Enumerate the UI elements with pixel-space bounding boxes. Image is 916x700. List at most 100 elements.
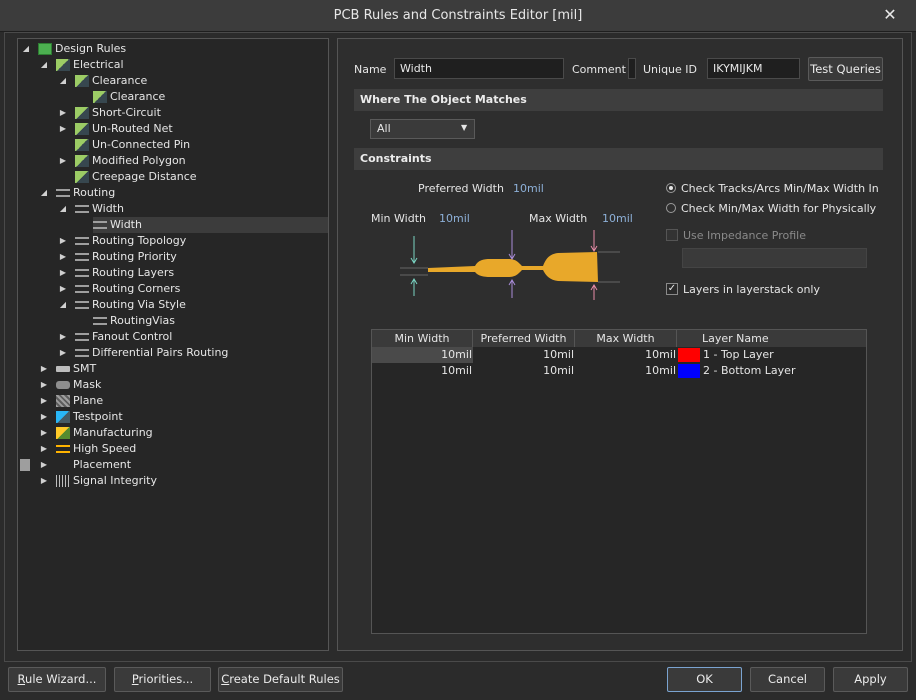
impedance-profile-select[interactable] bbox=[682, 248, 867, 268]
collapse-arrow-icon[interactable]: ◢ bbox=[39, 57, 49, 73]
priorities-button[interactable]: Priorities... bbox=[114, 667, 211, 692]
expand-arrow-icon[interactable]: ▶ bbox=[39, 393, 49, 409]
tree-item-label: Width bbox=[110, 218, 142, 231]
tree-item-label: Modified Polygon bbox=[92, 154, 186, 167]
tree-item-label: Fanout Control bbox=[92, 330, 173, 343]
tree-item[interactable]: Width bbox=[93, 217, 328, 233]
tree-item-label: SMT bbox=[73, 362, 97, 375]
check-tracks-radio[interactable] bbox=[666, 183, 676, 193]
rules-tree[interactable]: ◢ Design Rules ◢ Electrical ◢ Clearance Cleara… bbox=[17, 38, 329, 651]
name-field[interactable]: Width bbox=[394, 58, 564, 79]
tree-item[interactable]: ▶ Routing Corners bbox=[18, 281, 328, 297]
use-impedance-checkbox[interactable] bbox=[666, 229, 678, 241]
layers-in-layerstack-checkbox[interactable]: ✓ bbox=[666, 283, 678, 295]
grid-cell-max[interactable]: 10mil bbox=[575, 347, 676, 363]
tree-item[interactable]: ▶ Routing Layers bbox=[18, 265, 328, 281]
unique-id-field[interactable]: IKYMIJKM bbox=[707, 58, 800, 79]
tree-item-label: Un-Connected Pin bbox=[92, 138, 191, 151]
expand-arrow-icon[interactable]: ▶ bbox=[58, 345, 68, 361]
expand-arrow-icon[interactable]: ▶ bbox=[58, 105, 68, 121]
tree-item[interactable]: ▶ Manufacturing bbox=[18, 425, 328, 441]
expand-arrow-icon[interactable]: ▶ bbox=[39, 473, 49, 489]
check-tracks-label[interactable]: Check Tracks/Arcs Min/Max Width In bbox=[681, 182, 879, 195]
expand-arrow-icon[interactable]: ▶ bbox=[39, 441, 49, 457]
grid-header-max-width[interactable]: Max Width bbox=[575, 330, 677, 347]
tree-item[interactable]: ◢ Design Rules bbox=[18, 41, 328, 57]
tree-item[interactable]: Clearance bbox=[18, 89, 328, 105]
layer-width-grid[interactable]: Min Width Preferred Width Max Width Laye… bbox=[371, 329, 867, 634]
tree-item-label: High Speed bbox=[73, 442, 137, 455]
test-queries-button[interactable]: Test Queries bbox=[808, 57, 883, 81]
tree-item[interactable]: ▶ Placement bbox=[18, 457, 328, 473]
tree-item[interactable]: ▶ Signal Integrity bbox=[18, 473, 328, 489]
rule-wizard-button[interactable]: Rule Wizard... bbox=[8, 667, 106, 692]
check-physically-radio[interactable] bbox=[666, 203, 676, 213]
unique-id-label: Unique ID bbox=[643, 63, 698, 76]
expand-arrow-icon[interactable]: ▶ bbox=[58, 121, 68, 137]
tree-item[interactable]: ◢ Electrical bbox=[18, 57, 328, 73]
tree-item[interactable]: Creepage Distance bbox=[18, 169, 328, 185]
tree-item[interactable]: ▶ Plane bbox=[18, 393, 328, 409]
expand-arrow-icon[interactable]: ▶ bbox=[39, 361, 49, 377]
tree-item[interactable]: ◢ Width bbox=[18, 201, 328, 217]
collapse-arrow-icon[interactable]: ◢ bbox=[58, 201, 68, 217]
tree-item-label: Differential Pairs Routing bbox=[92, 346, 229, 359]
mask-icon bbox=[56, 381, 70, 389]
expand-arrow-icon[interactable]: ▶ bbox=[39, 457, 49, 473]
tree-item[interactable]: ▶ Mask bbox=[18, 377, 328, 393]
grid-header-preferred-width[interactable]: Preferred Width bbox=[473, 330, 575, 347]
tree-item[interactable]: ▶ Fanout Control bbox=[18, 329, 328, 345]
layer-color-swatch bbox=[678, 348, 700, 362]
grid-cell-preferred[interactable]: 10mil bbox=[473, 363, 574, 379]
grid-header-min-width[interactable]: Min Width bbox=[372, 330, 473, 347]
tree-item[interactable]: ◢ Routing Via Style bbox=[18, 297, 328, 313]
tree-item[interactable]: ▶ High Speed bbox=[18, 441, 328, 457]
tree-item[interactable]: ▶ Routing Topology bbox=[18, 233, 328, 249]
tree-item[interactable]: ▶ Un-Routed Net bbox=[18, 121, 328, 137]
grid-cell-max[interactable]: 10mil bbox=[575, 363, 676, 379]
routing-via-style-icon bbox=[75, 301, 89, 309]
grid-header-layer-name[interactable]: Layer Name bbox=[677, 330, 866, 347]
check-physically-label[interactable]: Check Min/Max Width for Physically bbox=[681, 202, 876, 215]
expand-arrow-icon[interactable]: ▶ bbox=[58, 233, 68, 249]
tree-item[interactable]: RoutingVias bbox=[18, 313, 328, 329]
apply-button[interactable]: Apply bbox=[833, 667, 908, 692]
tree-item[interactable]: ◢ Clearance bbox=[18, 73, 328, 89]
tree-item[interactable]: ▶ Modified Polygon bbox=[18, 153, 328, 169]
collapse-arrow-icon[interactable]: ◢ bbox=[39, 185, 49, 201]
tree-item[interactable]: ▶ Testpoint bbox=[18, 409, 328, 425]
tree-item[interactable]: ▶ SMT bbox=[18, 361, 328, 377]
tree-item[interactable]: ▶ Routing Priority bbox=[18, 249, 328, 265]
grid-cell-preferred[interactable]: 10mil bbox=[473, 347, 574, 363]
grid-cell-min[interactable]: 10mil bbox=[372, 347, 472, 363]
expand-arrow-icon[interactable]: ▶ bbox=[58, 249, 68, 265]
expand-arrow-icon[interactable]: ▶ bbox=[58, 329, 68, 345]
grid-cell-min[interactable]: 10mil bbox=[372, 363, 472, 379]
layers-in-layerstack-label[interactable]: Layers in layerstack only bbox=[683, 283, 820, 296]
tree-item-label: Design Rules bbox=[55, 42, 127, 55]
expand-arrow-icon[interactable]: ▶ bbox=[39, 377, 49, 393]
comment-field[interactable] bbox=[628, 58, 636, 79]
expand-arrow-icon[interactable]: ▶ bbox=[58, 153, 68, 169]
placement-icon bbox=[20, 459, 30, 471]
create-default-rules-button[interactable]: Create Default Rules bbox=[218, 667, 343, 692]
object-match-select[interactable]: All ▼ bbox=[370, 119, 475, 139]
min-width-label: Min Width bbox=[371, 212, 426, 225]
high-speed-icon bbox=[56, 445, 70, 453]
tree-item[interactable]: Un-Connected Pin bbox=[18, 137, 328, 153]
cancel-button[interactable]: Cancel bbox=[750, 667, 825, 692]
expand-arrow-icon[interactable]: ▶ bbox=[39, 409, 49, 425]
collapse-arrow-icon[interactable]: ◢ bbox=[58, 297, 68, 313]
expand-arrow-icon[interactable]: ▶ bbox=[39, 425, 49, 441]
tree-item[interactable]: ▶ Short-Circuit bbox=[18, 105, 328, 121]
expand-arrow-icon[interactable]: ▶ bbox=[58, 281, 68, 297]
close-icon[interactable]: ✕ bbox=[879, 4, 901, 26]
max-width-value: 10mil bbox=[602, 212, 633, 225]
tree-item[interactable]: ▶ Differential Pairs Routing bbox=[18, 345, 328, 361]
signal-integrity-icon bbox=[56, 475, 70, 487]
expand-arrow-icon[interactable]: ▶ bbox=[58, 265, 68, 281]
collapse-arrow-icon[interactable]: ◢ bbox=[58, 73, 68, 89]
ok-button[interactable]: OK bbox=[667, 667, 742, 692]
collapse-arrow-icon[interactable]: ◢ bbox=[21, 41, 31, 57]
tree-item[interactable]: ◢ Routing bbox=[18, 185, 328, 201]
